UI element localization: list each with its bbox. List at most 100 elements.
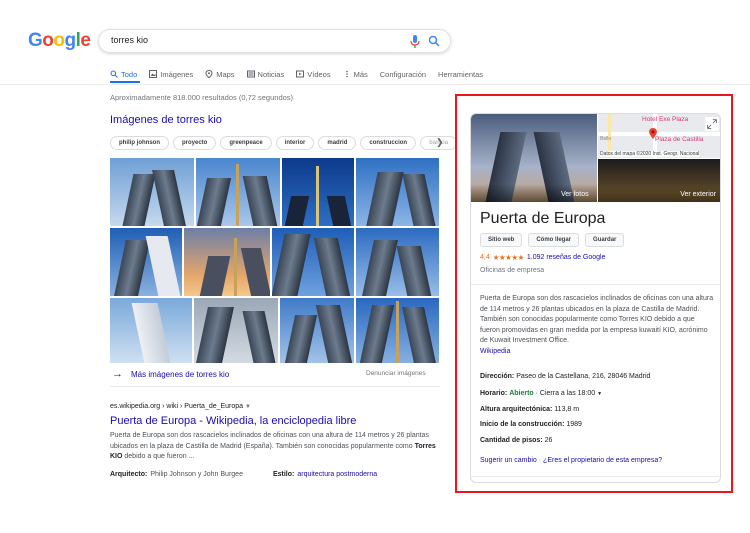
row-value: 113,8 m xyxy=(554,406,580,413)
image-thumbnail[interactable] xyxy=(356,228,439,296)
floors-row: Cantidad de pisos: 26 xyxy=(480,437,552,444)
wikipedia-link[interactable]: Wikipedia xyxy=(480,348,510,355)
row-key: Altura arquitectónica: xyxy=(480,406,553,413)
image-thumbnail[interactable] xyxy=(110,298,192,363)
image-chips: philip johnson proyecto greenpeace inter… xyxy=(110,136,458,150)
tab-label: Todo xyxy=(121,69,138,79)
image-thumbnail[interactable] xyxy=(184,228,270,296)
tab-label: Configuración xyxy=(379,69,427,79)
chip-greenpeace[interactable]: greenpeace xyxy=(220,136,272,150)
image-thumbnail[interactable] xyxy=(196,158,280,226)
panel-description: Puerta de Europa son dos rascacielos inc… xyxy=(480,294,714,357)
search-box[interactable]: torres kio xyxy=(98,29,451,53)
see-exterior-label[interactable]: Ver exterior xyxy=(680,191,716,198)
tab-label: Imágenes xyxy=(160,69,194,79)
image-thumbnail[interactable] xyxy=(272,228,354,296)
panel-photo[interactable]: Ver fotos xyxy=(471,114,597,202)
save-button[interactable]: Guardar xyxy=(585,233,625,247)
construction-start-row: Inicio de la construcción: 1989 xyxy=(480,421,582,428)
tab-imagenes[interactable]: Imágenes xyxy=(149,68,193,80)
tab-label: Más xyxy=(353,69,368,79)
search-input[interactable]: torres kio xyxy=(111,35,148,45)
meta-value: Philip Johnson y John Burgee xyxy=(150,471,243,478)
reviews-link[interactable]: 1.092 reseñas de Google xyxy=(527,254,606,261)
image-grid xyxy=(110,158,439,363)
description-text: Puerta de Europa son dos rascacielos inc… xyxy=(480,295,714,344)
result-url[interactable]: es.wikipedia.org › wiki › Puerta_de_Euro… xyxy=(110,403,251,410)
result-snippet: Puerta de Europa son dos rascacielos inc… xyxy=(110,431,440,463)
image-thumbnail[interactable] xyxy=(356,158,439,226)
logo-letter: G xyxy=(28,30,43,51)
address-value[interactable]: Paseo de la Castellana, 216, 28046 Madri… xyxy=(516,373,650,380)
tab-maps[interactable]: Maps xyxy=(205,68,235,80)
map-label: Bello xyxy=(600,136,612,142)
more-vert-icon xyxy=(345,70,348,78)
search-icon[interactable] xyxy=(428,35,440,47)
images-heading-link[interactable]: Imágenes de torres kio xyxy=(110,114,222,126)
panel-exterior-photo[interactable]: Ver exterior xyxy=(598,159,720,202)
chip-proyecto[interactable]: proyecto xyxy=(173,136,217,150)
logo-letter: g xyxy=(64,30,77,51)
chip-philip-johnson[interactable]: philip johnson xyxy=(110,136,169,150)
image-thumbnail[interactable] xyxy=(282,158,354,226)
star-rating-icon: ★★★★★ xyxy=(492,253,525,262)
tab-videos[interactable]: Vídeos xyxy=(296,68,331,80)
tab-configuracion[interactable]: Configuración xyxy=(380,68,426,80)
hours-value[interactable]: · Cierra a las 18:00 xyxy=(534,390,596,397)
meta-style-link[interactable]: arquitectura postmoderna xyxy=(297,471,377,478)
divider xyxy=(110,386,440,387)
tab-todo[interactable]: Todo xyxy=(110,68,137,80)
chip-interior[interactable]: interior xyxy=(275,136,315,150)
map-label: Hotel Exe Plaza xyxy=(642,116,689,123)
image-thumbnail[interactable] xyxy=(356,298,439,363)
microphone-icon[interactable] xyxy=(410,35,420,49)
logo-letter: e xyxy=(80,30,91,51)
caret-down-icon[interactable]: ▼ xyxy=(597,391,602,397)
chip-madrid[interactable]: madrid xyxy=(318,136,357,150)
chevron-right-icon[interactable]: ❯ xyxy=(436,137,444,148)
expand-icon[interactable] xyxy=(705,117,719,131)
more-images-label: Más imágenes de torres kio xyxy=(131,369,230,379)
panel-title: Puerta de Europa xyxy=(480,210,606,227)
claim-business-link[interactable]: ¿Eres el propietario de esta empresa? xyxy=(543,457,662,464)
map-label: Plaza de Castilla xyxy=(655,136,704,143)
website-button[interactable]: Sitio web xyxy=(480,233,523,247)
tab-herramientas[interactable]: Herramientas xyxy=(438,68,483,80)
caret-down-icon[interactable]: ▼ xyxy=(245,404,251,410)
snippet-text: Puerta de Europa son dos rascacielos inc… xyxy=(110,432,429,450)
tab-label: Vídeos xyxy=(307,69,331,79)
search-tabs: Todo Imágenes Maps Noticias Vídeos Más C… xyxy=(110,68,495,80)
image-thumbnail[interactable] xyxy=(194,298,278,363)
panel-map[interactable]: Hotel Exe Plaza Bello Plaza de Castilla … xyxy=(598,114,720,158)
report-images-link[interactable]: Denunciar imágenes xyxy=(366,370,426,377)
divider xyxy=(471,284,720,285)
result-url-text: es.wikipedia.org › wiki › Puerta_de_Euro… xyxy=(110,403,244,410)
logo-letter: o xyxy=(42,30,54,51)
row-key: Dirección: xyxy=(480,373,515,380)
google-logo[interactable]: Google xyxy=(28,30,91,52)
arrow-right-icon: → xyxy=(112,368,123,380)
video-icon xyxy=(296,70,305,78)
row-value: 1989 xyxy=(566,421,582,428)
tab-mas[interactable]: Más xyxy=(343,68,368,80)
rating-value: 4,4 xyxy=(480,254,490,261)
image-thumbnail[interactable] xyxy=(110,158,194,226)
tab-label: Noticias xyxy=(257,69,285,79)
search-icon xyxy=(110,70,118,78)
panel-actions: Sitio web Cómo llegar Guardar xyxy=(480,233,625,247)
image-thumbnail[interactable] xyxy=(110,228,182,296)
chip-construccion[interactable]: construccion xyxy=(360,136,417,150)
suggest-edit-link[interactable]: Sugerir un cambio xyxy=(480,457,537,464)
more-images-link[interactable]: → Más imágenes de torres kio xyxy=(112,368,229,380)
tab-label: Maps xyxy=(216,69,235,79)
divider xyxy=(0,84,750,85)
see-photos-label[interactable]: Ver fotos xyxy=(561,191,589,198)
logo-letter: o xyxy=(53,30,65,51)
meta-key: Arquitecto: xyxy=(110,471,148,478)
divider xyxy=(471,476,720,477)
tab-noticias[interactable]: Noticias xyxy=(246,68,285,80)
image-thumbnail[interactable] xyxy=(280,298,354,363)
directions-button[interactable]: Cómo llegar xyxy=(528,233,580,247)
result-title-link[interactable]: Puerta de Europa - Wikipedia, la enciclo… xyxy=(110,415,356,427)
row-value: 26 xyxy=(544,437,553,444)
